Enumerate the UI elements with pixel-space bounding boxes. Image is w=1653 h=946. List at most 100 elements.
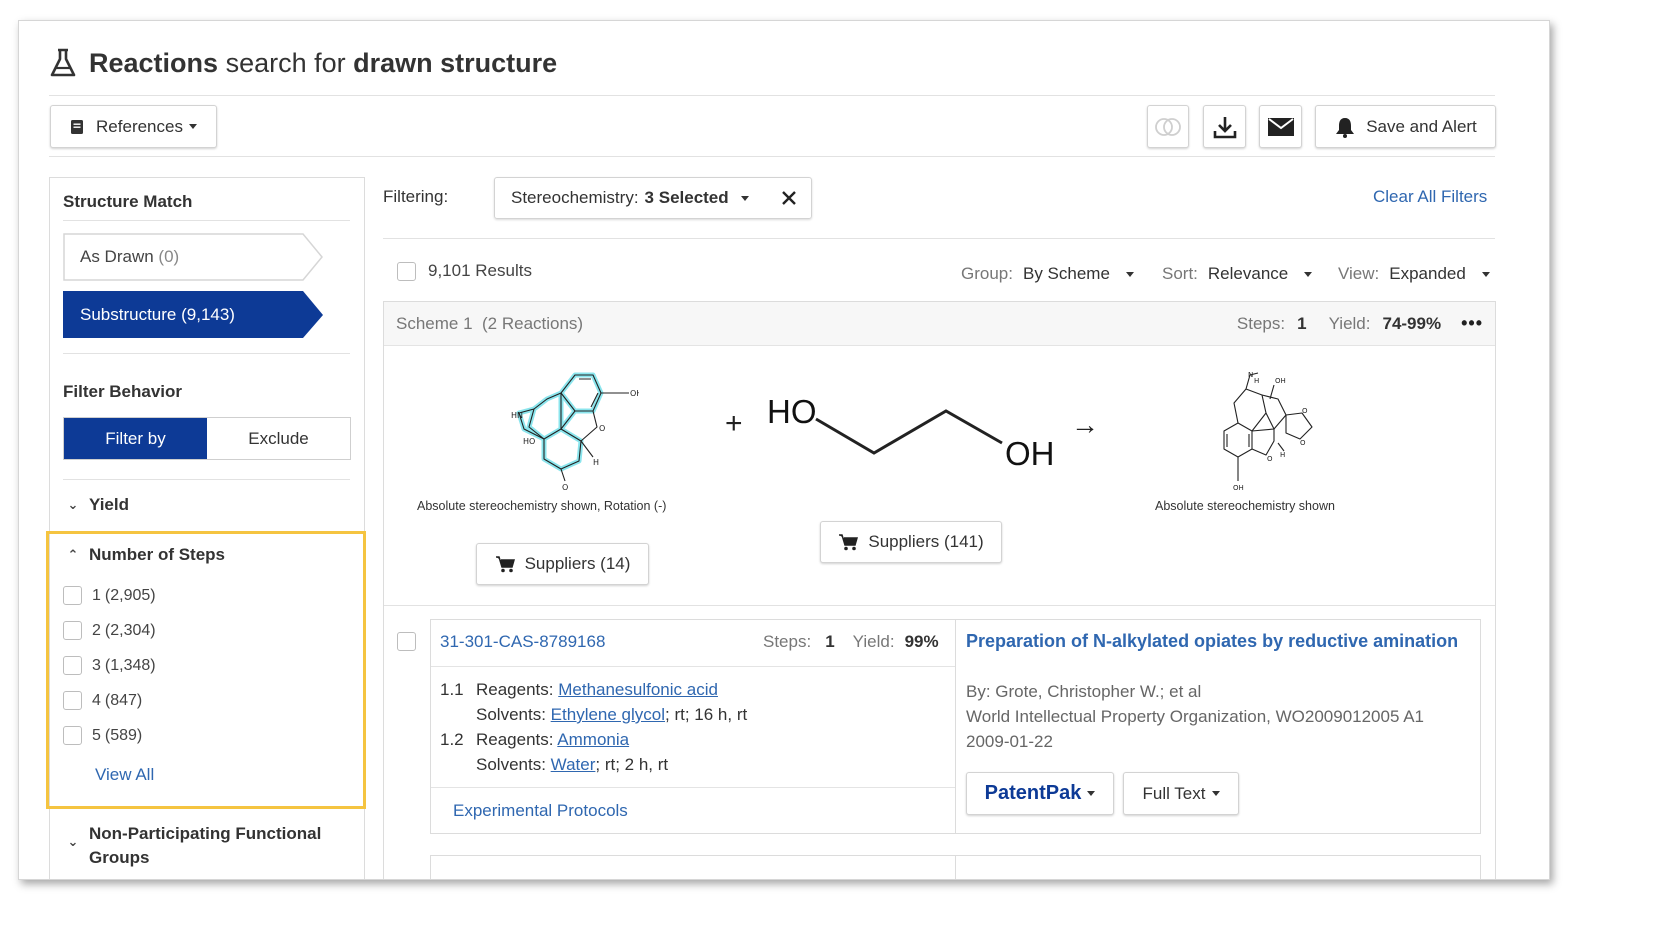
yield-section-toggle[interactable]: ⌄ Yield bbox=[67, 495, 129, 515]
chevron-up-icon: ⌃ bbox=[67, 547, 79, 562]
filter-behavior-toggle: Filter by Exclude bbox=[63, 417, 351, 460]
references-dropdown[interactable]: References bbox=[50, 105, 217, 148]
bell-icon bbox=[1336, 117, 1355, 138]
solvent-link[interactable]: Water bbox=[551, 755, 596, 774]
stereochemistry-filter-chip[interactable]: Stereochemistry: 3 Selected bbox=[494, 177, 812, 219]
sort-control[interactable]: Sort: Relevance bbox=[1162, 264, 1313, 284]
compare-button[interactable] bbox=[1147, 105, 1189, 148]
view-control[interactable]: View: Expanded bbox=[1338, 264, 1490, 284]
ho-label: HO bbox=[767, 393, 817, 430]
svg-text:HN: HN bbox=[511, 411, 523, 420]
as-drawn-label[interactable]: As Drawn (0) bbox=[63, 234, 179, 280]
divider bbox=[384, 605, 1495, 606]
suppliers-button-1[interactable]: Suppliers (14) bbox=[476, 543, 649, 585]
checkbox[interactable] bbox=[63, 656, 82, 675]
plus-sign: + bbox=[725, 407, 743, 440]
download-icon bbox=[1213, 116, 1236, 138]
more-options-icon[interactable]: ••• bbox=[1461, 313, 1483, 334]
document-icon bbox=[71, 119, 84, 134]
reaction-steps-yield: Steps: 1 Yield: 99% bbox=[763, 632, 939, 651]
reagent-link[interactable]: Methanesulfonic acid bbox=[558, 680, 718, 699]
divider bbox=[383, 238, 1495, 239]
select-all-checkbox[interactable] bbox=[397, 261, 416, 281]
svg-text:O: O bbox=[1302, 407, 1308, 415]
svg-text:O: O bbox=[1300, 439, 1306, 447]
toolbar-divider bbox=[49, 156, 1495, 157]
structure-match-heading: Structure Match bbox=[63, 192, 193, 211]
svg-text:O: O bbox=[1267, 455, 1273, 463]
flask-icon bbox=[50, 48, 76, 77]
filter-by-option[interactable]: Filter by bbox=[64, 418, 207, 459]
envelope-icon bbox=[1267, 117, 1294, 136]
filtering-label: Filtering: bbox=[383, 187, 449, 206]
reaction-steps-detail: 1.1 Reagents: Methanesulfonic acid Solven… bbox=[440, 680, 748, 774]
svg-text:N: N bbox=[1248, 371, 1253, 379]
svg-text:O: O bbox=[599, 424, 605, 433]
header-divider bbox=[49, 95, 1495, 96]
download-button[interactable] bbox=[1203, 105, 1246, 148]
reactant-1-caption: Absolute stereochemistry shown, Rotation… bbox=[417, 499, 667, 513]
steps-option-5[interactable]: 5 (589) bbox=[63, 718, 156, 753]
divider bbox=[63, 479, 350, 480]
solvent-link[interactable]: Ethylene glycol bbox=[551, 705, 665, 724]
steps-option-4[interactable]: 4 (847) bbox=[63, 683, 156, 718]
full-text-dropdown[interactable]: Full Text bbox=[1123, 772, 1239, 815]
results-count: 9,101 Results bbox=[397, 261, 532, 281]
cart-icon bbox=[839, 534, 859, 551]
svg-text:OH: OH bbox=[1275, 377, 1286, 385]
exclude-option[interactable]: Exclude bbox=[207, 418, 350, 459]
reaction-id-link[interactable]: 31-301-CAS-8789168 bbox=[440, 632, 605, 652]
close-icon[interactable] bbox=[781, 190, 797, 206]
scheme-header: Scheme 1 (2 Reactions) Steps: 1 Yield: 7… bbox=[384, 302, 1495, 346]
svg-text:H: H bbox=[1280, 451, 1285, 459]
steps-option-1[interactable]: 1 (2,905) bbox=[63, 578, 156, 613]
divider bbox=[431, 787, 955, 788]
overlap-circles-icon bbox=[1155, 117, 1181, 136]
search-results-panel: Reactions search for drawn structure Ref… bbox=[18, 20, 1550, 880]
clear-all-filters-link[interactable]: Clear All Filters bbox=[1373, 187, 1487, 207]
suppliers-button-2[interactable]: Suppliers (141) bbox=[820, 521, 1002, 563]
reagent-link[interactable]: Ammonia bbox=[557, 730, 629, 749]
svg-text:O: O bbox=[562, 483, 568, 492]
reference-title-link[interactable]: Preparation of N-alkylated opiates by re… bbox=[966, 631, 1458, 652]
reference-details: By: Grote, Christopher W.; et al World I… bbox=[966, 682, 1425, 751]
product-caption: Absolute stereochemistry shown bbox=[1155, 499, 1335, 513]
svg-text:OH: OH bbox=[1233, 484, 1244, 492]
checkbox[interactable] bbox=[63, 621, 82, 640]
reaction-row bbox=[397, 632, 416, 651]
group-control[interactable]: Group: By Scheme bbox=[961, 264, 1134, 284]
divider bbox=[431, 666, 955, 667]
reactant-structure-1[interactable]: OH HN HO O O H bbox=[489, 369, 639, 494]
npfg-section-toggle[interactable]: ⌄ Non-Participating Functional Groups bbox=[67, 822, 322, 870]
reaction-checkbox[interactable] bbox=[397, 632, 416, 651]
product-structure[interactable]: NH OH O O O H OH bbox=[1194, 369, 1334, 494]
oh-label: OH bbox=[1005, 435, 1055, 472]
steps-section-toggle[interactable]: ⌃ Number of Steps bbox=[67, 545, 225, 565]
filter-behavior-heading: Filter Behavior bbox=[63, 382, 183, 401]
steps-option-2[interactable]: 2 (2,304) bbox=[63, 613, 156, 648]
svg-text:H: H bbox=[593, 458, 599, 467]
chevron-down-icon: ⌄ bbox=[67, 834, 79, 849]
checkbox[interactable] bbox=[63, 726, 82, 745]
view-all-link[interactable]: View All bbox=[95, 765, 154, 785]
save-and-alert-button[interactable]: Save and Alert bbox=[1315, 105, 1496, 148]
cart-icon bbox=[495, 556, 515, 573]
reaction-arrow: → bbox=[1071, 409, 1099, 440]
checkbox[interactable] bbox=[63, 691, 82, 710]
page-title: Reactions search for drawn structure bbox=[49, 47, 557, 79]
checkbox[interactable] bbox=[63, 586, 82, 605]
steps-checkbox-list: 1 (2,905) 2 (2,304) 3 (1,348) 4 (847) 5 (589) bbox=[63, 578, 156, 753]
divider bbox=[63, 220, 350, 221]
svg-text:HO: HO bbox=[523, 437, 535, 446]
divider bbox=[63, 353, 350, 354]
email-button[interactable] bbox=[1259, 105, 1302, 148]
svg-text:H: H bbox=[1254, 377, 1259, 385]
divider bbox=[955, 855, 956, 879]
divider bbox=[955, 620, 956, 833]
steps-option-3[interactable]: 3 (1,348) bbox=[63, 648, 156, 683]
experimental-protocols-link[interactable]: Experimental Protocols bbox=[453, 801, 628, 821]
chevron-down-icon: ⌄ bbox=[67, 497, 79, 512]
svg-text:OH: OH bbox=[630, 389, 639, 398]
patentpak-dropdown[interactable]: PatentPak bbox=[966, 772, 1114, 815]
substructure-label[interactable]: Substructure (9,143) bbox=[63, 292, 235, 338]
